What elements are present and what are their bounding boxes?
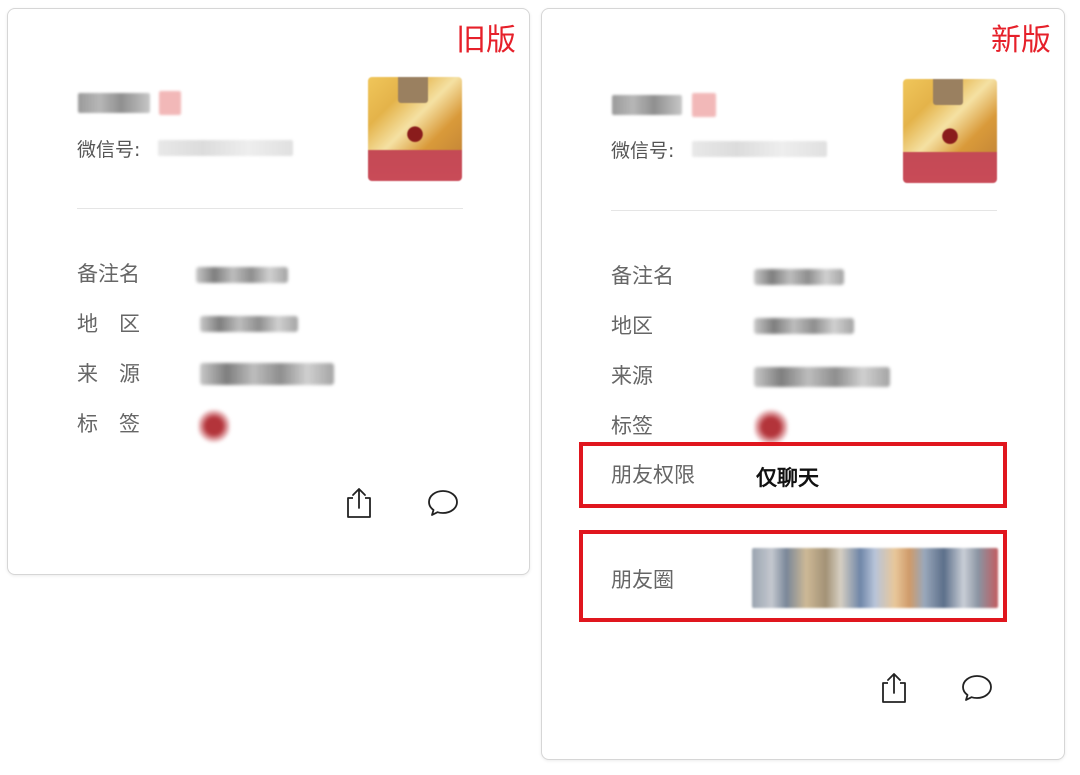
nickname-redacted xyxy=(78,93,150,113)
tag-value-redacted xyxy=(754,409,788,445)
remark-value-redacted xyxy=(754,269,844,285)
row-label-source: 来 源 xyxy=(77,362,140,386)
wechat-id-redacted xyxy=(158,140,293,156)
tag-value-redacted xyxy=(198,409,230,443)
row-label-source: 来源 xyxy=(611,364,653,388)
source-value-redacted xyxy=(200,363,334,385)
row-label-region: 地 区 xyxy=(77,312,140,336)
old-version-tag: 旧版 xyxy=(456,23,516,58)
row-label-region: 地区 xyxy=(611,314,653,338)
share-icon[interactable] xyxy=(342,486,376,520)
region-value-redacted xyxy=(200,316,298,332)
nickname-emoji-redacted xyxy=(692,93,716,117)
region-value-redacted xyxy=(754,318,854,334)
divider xyxy=(77,208,463,209)
row-label-tag: 标 签 xyxy=(77,412,140,436)
share-icon[interactable] xyxy=(877,671,911,705)
friend-permission-value[interactable]: 仅聊天 xyxy=(756,462,819,492)
moments-label: 朋友圈 xyxy=(611,568,674,592)
avatar[interactable] xyxy=(368,77,462,181)
nickname-emoji-redacted xyxy=(159,91,181,115)
nickname-redacted xyxy=(612,95,682,115)
message-bubble-icon[interactable] xyxy=(426,486,460,520)
friend-permission-label: 朋友权限 xyxy=(611,463,695,487)
new-profile-card: 新版 微信号: 备注名 地区 来源 标签 朋友权限 仅聊天 朋友圈 xyxy=(541,8,1065,760)
row-label-tag: 标签 xyxy=(611,414,653,438)
wechat-id-label: 微信号: xyxy=(77,139,141,161)
new-version-tag: 新版 xyxy=(991,23,1051,58)
row-label-remark: 备注名 xyxy=(611,264,674,288)
divider xyxy=(611,210,997,211)
remark-value-redacted xyxy=(196,267,288,283)
source-value-redacted xyxy=(754,367,890,387)
message-bubble-icon[interactable] xyxy=(960,671,994,705)
wechat-id-label: 微信号: xyxy=(611,140,675,162)
wechat-id-redacted xyxy=(692,141,827,157)
old-profile-card: 旧版 微信号: 备注名 地 区 来 源 标 签 xyxy=(7,8,530,575)
row-label-remark: 备注名 xyxy=(77,262,140,286)
avatar[interactable] xyxy=(903,79,997,183)
moments-photos-redacted[interactable] xyxy=(752,548,998,608)
